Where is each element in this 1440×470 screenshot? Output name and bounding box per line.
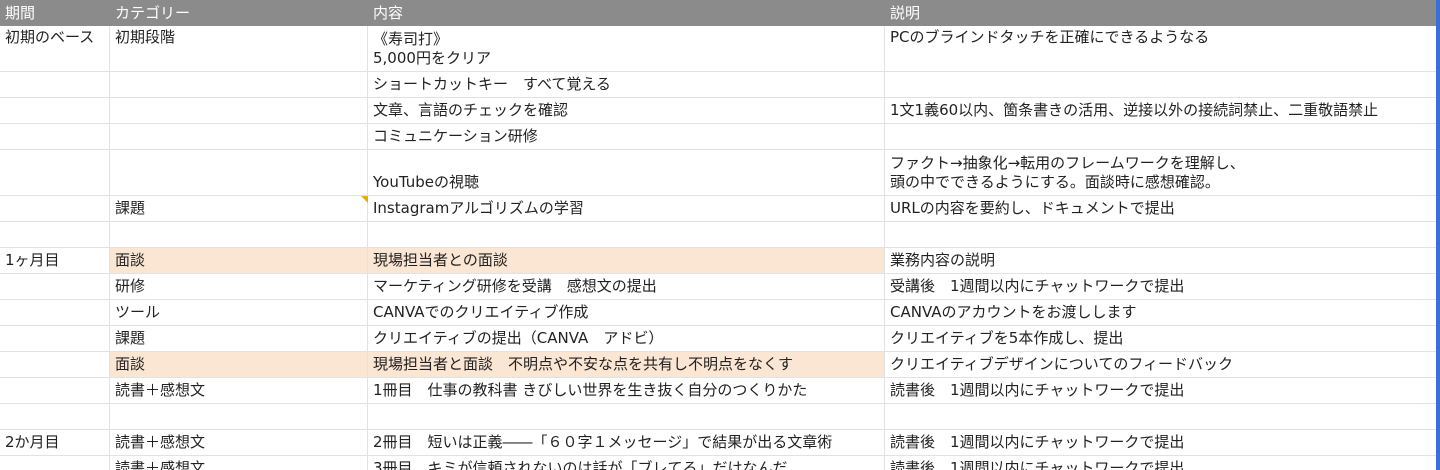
header-description[interactable]: 説明 <box>885 0 1436 26</box>
table-row: コミュニケーション研修 <box>0 124 1436 150</box>
table-row: 2か月目 読書＋感想文 2冊目 短いは正義――「６０字１メッセージ」で結果が出る… <box>0 430 1436 456</box>
cell-description[interactable] <box>885 222 1436 247</box>
table-row: 読書＋感想文 3冊目 キミが信頼されないのは話が「ブレてる」だけなんだ 読書後 … <box>0 456 1436 470</box>
cell-content[interactable]: コミュニケーション研修 <box>368 124 885 149</box>
cell-description[interactable]: URLの内容を要約し、ドキュメントで提出 <box>885 196 1436 221</box>
table-row: 読書＋感想文 1冊目 仕事の教科書 きびしい世界を生き抜く自分のつくりかた 読書… <box>0 378 1436 404</box>
cell-category[interactable]: 初期段階 <box>110 26 368 71</box>
cell-period[interactable] <box>0 196 110 221</box>
cell-content[interactable]: CANVAでのクリエイティブ作成 <box>368 300 885 325</box>
cell-content[interactable]: マーケティング研修を受講 感想文の提出 <box>368 274 885 299</box>
cell-content[interactable]: 現場担当者との面談 <box>368 248 885 273</box>
cell-category[interactable]: 読書＋感想文 <box>110 456 368 470</box>
cell-description[interactable]: 読書後 1週間以内にチャットワークで提出 <box>885 430 1436 455</box>
cell-description[interactable]: 読書後 1週間以内にチャットワークで提出 <box>885 378 1436 403</box>
cell-category[interactable] <box>110 404 368 429</box>
table-row: 1ヶ月目 面談 現場担当者との面談 業務内容の説明 <box>0 248 1436 274</box>
cell-category[interactable]: ツール <box>110 300 368 325</box>
sheet-grid: 初期のベース 初期段階 《寿司打》 5,000円をクリア PCのブラインドタッチ… <box>0 26 1436 470</box>
cell-description[interactable]: ファクト→抽象化→転用のフレームワークを理解し、 頭の中でできるようにする。面談… <box>885 150 1436 195</box>
cell-content[interactable] <box>368 222 885 247</box>
table-row: ツール CANVAでのクリエイティブ作成 CANVAのアカウントをお渡しします <box>0 300 1436 326</box>
cell-category[interactable]: 研修 <box>110 274 368 299</box>
cell-category[interactable] <box>110 98 368 123</box>
cell-content[interactable]: Instagramアルゴリズムの学習 <box>368 196 885 221</box>
cell-period[interactable]: 1ヶ月目 <box>0 248 110 273</box>
cell-category[interactable]: 読書＋感想文 <box>110 378 368 403</box>
comment-indicator-icon[interactable] <box>361 196 368 203</box>
cell-period[interactable] <box>0 456 110 470</box>
cell-content[interactable] <box>368 404 885 429</box>
cell-description[interactable]: 受講後 1週間以内にチャットワークで提出 <box>885 274 1436 299</box>
cell-category[interactable]: 課題 <box>110 196 368 221</box>
cell-category[interactable]: 読書＋感想文 <box>110 430 368 455</box>
cell-period[interactable] <box>0 404 110 429</box>
cell-description[interactable]: 読書後 1週間以内にチャットワークで提出 <box>885 456 1436 470</box>
cell-content[interactable]: 現場担当者と面談 不明点や不安な点を共有し不明点をなくす <box>368 352 885 377</box>
cell-period[interactable] <box>0 222 110 247</box>
cell-period[interactable] <box>0 98 110 123</box>
cell-period[interactable] <box>0 378 110 403</box>
cell-category[interactable] <box>110 72 368 97</box>
cell-description[interactable]: クリエイティブデザインについてのフィードバック <box>885 352 1436 377</box>
table-row <box>0 222 1436 248</box>
cell-category[interactable]: 面談 <box>110 248 368 273</box>
table-row: 面談 現場担当者と面談 不明点や不安な点を共有し不明点をなくす クリエイティブデ… <box>0 352 1436 378</box>
table-row: 研修 マーケティング研修を受講 感想文の提出 受講後 1週間以内にチャットワーク… <box>0 274 1436 300</box>
cell-period[interactable] <box>0 72 110 97</box>
cell-content-text: Instagramアルゴリズムの学習 <box>373 199 584 217</box>
cell-period[interactable] <box>0 300 110 325</box>
cell-content[interactable]: 2冊目 短いは正義――「６０字１メッセージ」で結果が出る文章術 <box>368 430 885 455</box>
cell-description[interactable] <box>885 404 1436 429</box>
spreadsheet-view: 期間 カテゴリー 内容 説明 初期のベース 初期段階 《寿司打》 5,000円を… <box>0 0 1440 470</box>
cell-category[interactable]: 課題 <box>110 326 368 351</box>
cell-content[interactable]: 《寿司打》 5,000円をクリア <box>368 26 885 71</box>
cell-description[interactable]: クリエイティブを5本作成し、提出 <box>885 326 1436 351</box>
table-row: 課題 Instagramアルゴリズムの学習 URLの内容を要約し、ドキュメントで… <box>0 196 1436 222</box>
cell-category[interactable] <box>110 150 368 195</box>
table-row: YouTubeの視聴 ファクト→抽象化→転用のフレームワークを理解し、 頭の中で… <box>0 150 1436 196</box>
cell-description[interactable]: CANVAのアカウントをお渡しします <box>885 300 1436 325</box>
cell-period[interactable] <box>0 352 110 377</box>
cell-description[interactable] <box>885 124 1436 149</box>
cell-period[interactable]: 2か月目 <box>0 430 110 455</box>
table-row: 初期のベース 初期段階 《寿司打》 5,000円をクリア PCのブラインドタッチ… <box>0 26 1436 72</box>
cell-period[interactable] <box>0 274 110 299</box>
cell-description[interactable] <box>885 72 1436 97</box>
table-row: ショートカットキー すべて覚える <box>0 72 1436 98</box>
table-row: 課題 クリエイティブの提出（CANVA アドビ） クリエイティブを5本作成し、提… <box>0 326 1436 352</box>
cell-category[interactable]: 面談 <box>110 352 368 377</box>
cell-description[interactable]: 業務内容の説明 <box>885 248 1436 273</box>
header-period[interactable]: 期間 <box>0 0 110 26</box>
cell-category[interactable] <box>110 222 368 247</box>
scrollbar-edge[interactable] <box>1436 0 1440 470</box>
header-category[interactable]: カテゴリー <box>110 0 368 26</box>
cell-content[interactable]: クリエイティブの提出（CANVA アドビ） <box>368 326 885 351</box>
cell-content[interactable]: 1冊目 仕事の教科書 きびしい世界を生き抜く自分のつくりかた <box>368 378 885 403</box>
cell-category[interactable] <box>110 124 368 149</box>
cell-content[interactable]: 文章、言語のチェックを確認 <box>368 98 885 123</box>
header-row: 期間 カテゴリー 内容 説明 <box>0 0 1436 26</box>
table-row: 文章、言語のチェックを確認 1文1義60以内、箇条書きの活用、逆接以外の接続詞禁… <box>0 98 1436 124</box>
cell-content[interactable]: 3冊目 キミが信頼されないのは話が「ブレてる」だけなんだ <box>368 456 885 470</box>
cell-content[interactable]: YouTubeの視聴 <box>368 150 885 195</box>
cell-description[interactable]: PCのブラインドタッチを正確にできるようなる <box>885 26 1436 71</box>
cell-period[interactable]: 初期のベース <box>0 26 110 71</box>
cell-description[interactable]: 1文1義60以内、箇条書きの活用、逆接以外の接続詞禁止、二重敬語禁止 <box>885 98 1436 123</box>
header-content[interactable]: 内容 <box>368 0 885 26</box>
cell-period[interactable] <box>0 150 110 195</box>
cell-content[interactable]: ショートカットキー すべて覚える <box>368 72 885 97</box>
cell-period[interactable] <box>0 124 110 149</box>
cell-period[interactable] <box>0 326 110 351</box>
table-row <box>0 404 1436 430</box>
